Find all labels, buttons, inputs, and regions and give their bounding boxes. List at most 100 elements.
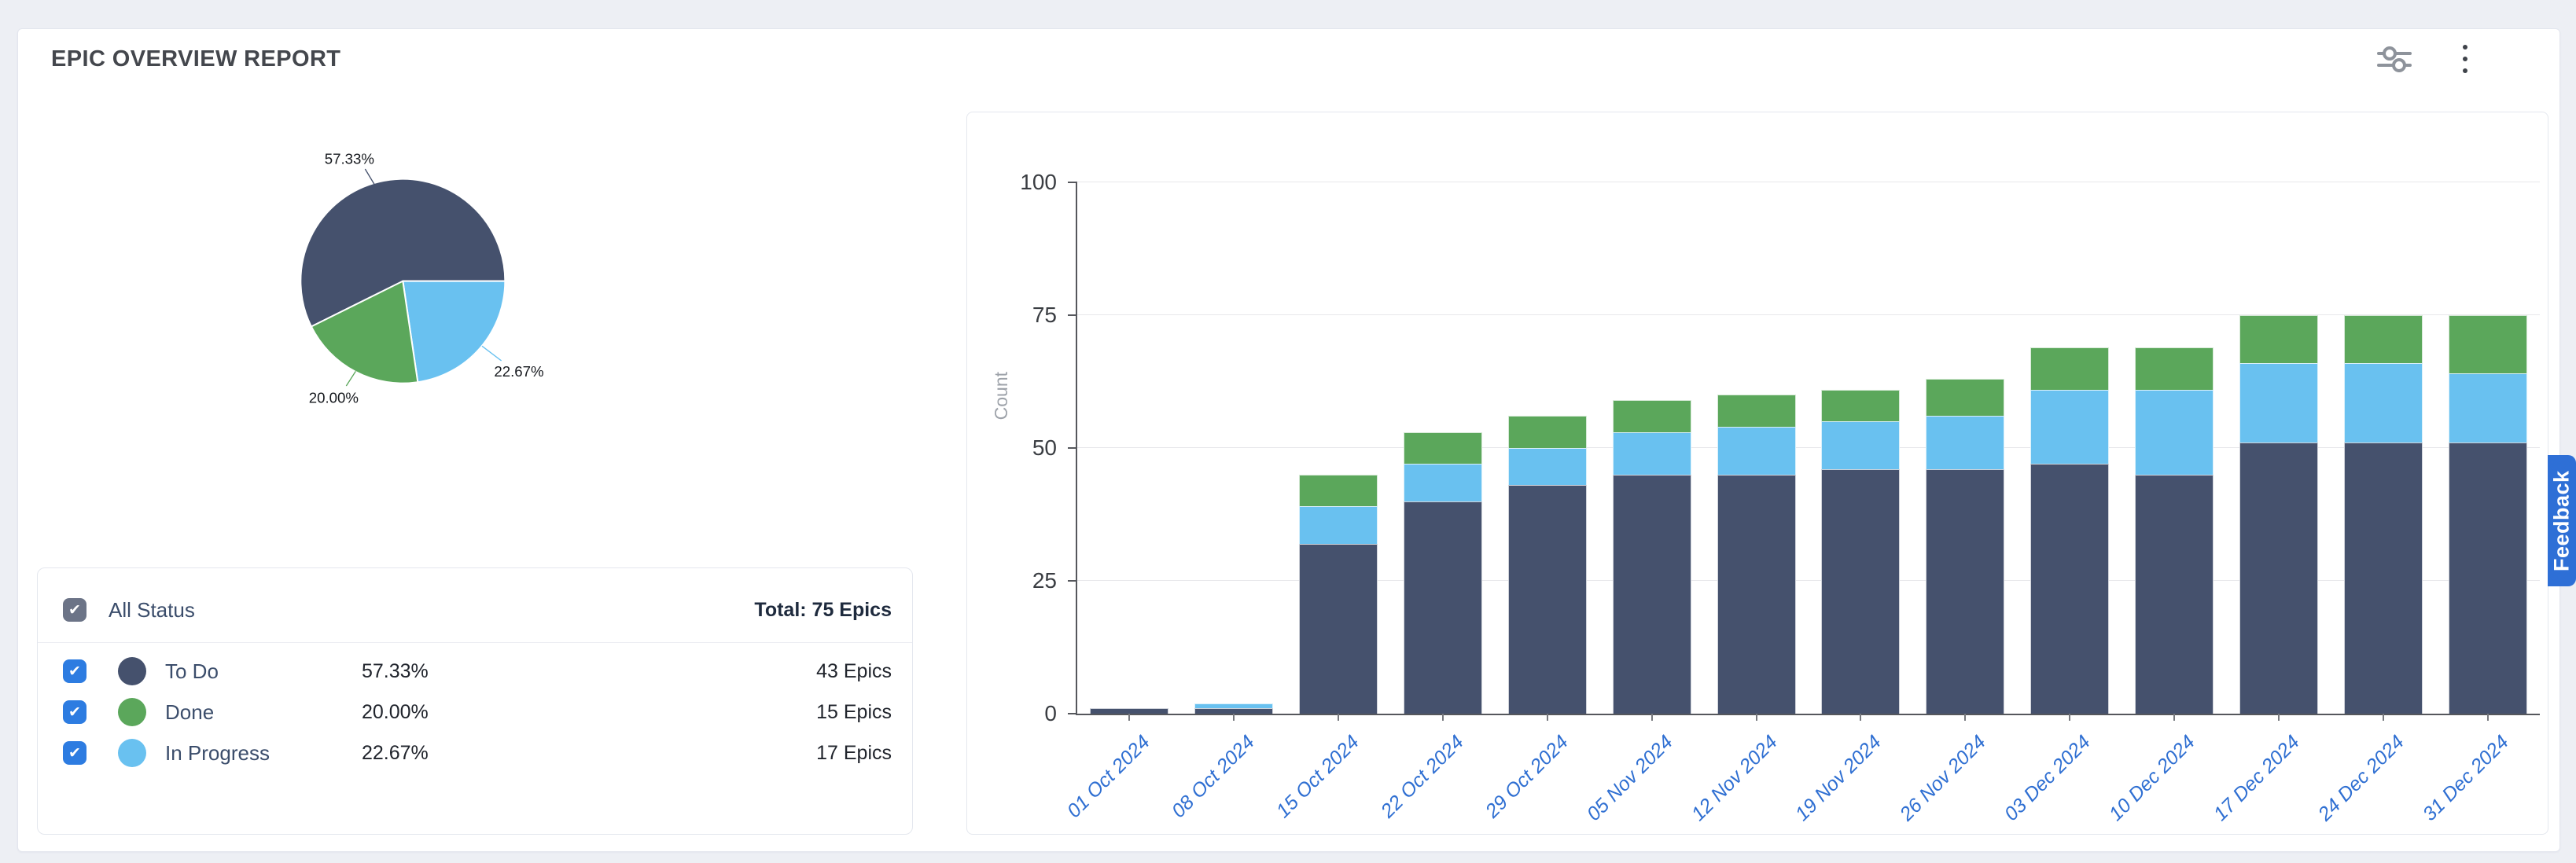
x-axis-label: 22 Oct 2024	[1377, 731, 1469, 823]
bar-segment-in-progress[interactable]	[2135, 390, 2214, 475]
bar-segment-to-do[interactable]	[1194, 708, 1273, 714]
y-axis-tick-label: 75	[1032, 303, 1057, 328]
bar-segment-done[interactable]	[1299, 475, 1378, 507]
x-tick	[1338, 714, 1339, 721]
bar-segment-to-do[interactable]	[2135, 475, 2214, 714]
bar-segment-to-do[interactable]	[2449, 443, 2527, 714]
bar-segment-done[interactable]	[2030, 347, 2109, 390]
status-count: 15 Epics	[816, 701, 892, 724]
bar-segment-in-progress[interactable]	[1613, 432, 1691, 475]
bar-segment-to-do[interactable]	[1926, 469, 2004, 714]
bar-10-dec-2024	[2135, 347, 2214, 714]
x-tick	[2069, 714, 2070, 721]
bar-segment-in-progress[interactable]	[1404, 464, 1482, 501]
x-axis-label: 24 Dec 2024	[2313, 731, 2409, 826]
more-options-button[interactable]	[2446, 40, 2484, 78]
legend-row-in-progress[interactable]: ✔In Progress22.67%17 Epics	[63, 733, 892, 773]
bar-segment-to-do[interactable]	[1508, 485, 1587, 714]
chart-settings-button[interactable]	[2375, 40, 2413, 78]
status-checkbox[interactable]: ✔	[63, 741, 86, 765]
x-axis-label: 03 Dec 2024	[2000, 731, 2096, 826]
bar-05-nov-2024	[1613, 400, 1691, 714]
bar-segment-in-progress[interactable]	[2030, 390, 2109, 465]
pie-percent-label-in-progress: 22.67%	[494, 363, 543, 380]
legend-row-to-do[interactable]: ✔To Do57.33%43 Epics	[63, 651, 892, 692]
bar-01-oct-2024	[1090, 708, 1168, 714]
bar-segment-in-progress[interactable]	[1926, 416, 2004, 469]
bar-segment-done[interactable]	[2135, 347, 2214, 390]
bar-segment-to-do[interactable]	[1299, 544, 1378, 714]
bar-segment-done[interactable]	[2239, 315, 2318, 363]
bar-segment-done[interactable]	[1926, 379, 2004, 416]
bar-segment-in-progress[interactable]	[1717, 427, 1796, 475]
bar-segment-done[interactable]	[1613, 400, 1691, 432]
pie-connector-to-do	[365, 169, 374, 185]
pie-connector-done	[346, 371, 355, 386]
status-checkbox[interactable]: ✔	[63, 700, 86, 724]
epic-overview-report-card: EPIC OVERVIEW REPORT 57.33% 22.67% 20.00…	[17, 28, 2560, 852]
x-tick	[2173, 714, 2175, 721]
status-label: In Progress	[165, 741, 362, 766]
bar-12-nov-2024	[1717, 395, 1796, 714]
pie-percent-label-to-do: 57.33%	[325, 150, 374, 167]
bar-segment-to-do[interactable]	[2239, 443, 2318, 714]
bar-24-dec-2024	[2344, 315, 2423, 714]
x-tick	[1651, 714, 1653, 721]
all-status-checkbox[interactable]: ✔	[63, 598, 86, 622]
y-axis-tick-label: 50	[1032, 435, 1057, 461]
bar-segment-done[interactable]	[2344, 315, 2423, 363]
bar-segment-to-do[interactable]	[2030, 464, 2109, 714]
status-checkbox[interactable]: ✔	[63, 659, 86, 683]
status-count: 17 Epics	[816, 742, 892, 765]
bar-26-nov-2024	[1926, 379, 2004, 714]
bar-segment-in-progress[interactable]	[2239, 363, 2318, 443]
legend-row-done[interactable]: ✔Done20.00%15 Epics	[63, 692, 892, 733]
status-percent: 57.33%	[362, 660, 598, 683]
bar-segment-done[interactable]	[2449, 315, 2527, 373]
x-axis-label: 19 Nov 2024	[1791, 731, 1886, 826]
pie-percent-label-done: 20.00%	[309, 389, 359, 406]
bar-segment-to-do[interactable]	[1717, 475, 1796, 714]
x-ticks	[1077, 714, 2540, 722]
all-status-label: All Status	[109, 598, 195, 622]
bar-segment-in-progress[interactable]	[1299, 506, 1378, 543]
x-tick	[1547, 714, 1548, 721]
legend-header-row: ✔ All Status Total: 75 Epics	[63, 587, 892, 633]
kebab-menu-icon	[2463, 45, 2467, 73]
bar-segment-in-progress[interactable]	[2344, 363, 2423, 443]
bar-segment-to-do[interactable]	[1404, 501, 1482, 714]
x-axis-label: 31 Dec 2024	[2418, 731, 2513, 826]
bar-17-dec-2024	[2239, 315, 2318, 714]
bar-segment-in-progress[interactable]	[1508, 448, 1587, 485]
x-tick	[2487, 714, 2489, 721]
x-axis-label: 08 Oct 2024	[1168, 731, 1260, 823]
bar-segment-in-progress[interactable]	[1194, 703, 1273, 709]
x-tick	[1860, 714, 1861, 721]
bar-segment-in-progress[interactable]	[1821, 421, 1900, 469]
status-color-swatch	[118, 739, 146, 767]
bar-segment-done[interactable]	[1404, 432, 1482, 465]
bars	[1077, 182, 2540, 714]
x-tick	[2278, 714, 2280, 721]
bar-segment-to-do[interactable]	[1090, 708, 1168, 714]
x-axis-label: 01 Oct 2024	[1063, 731, 1155, 823]
x-axis-label: 15 Oct 2024	[1272, 731, 1364, 823]
bar-segment-done[interactable]	[1821, 390, 1900, 422]
x-tick	[1442, 714, 1444, 721]
bar-segment-done[interactable]	[1717, 395, 1796, 427]
status-pie-chart: 57.33% 22.67% 20.00%	[260, 95, 779, 520]
feedback-button[interactable]: Feedback	[2548, 455, 2576, 586]
bar-segment-to-do[interactable]	[2344, 443, 2423, 714]
pie-slice-in-progress[interactable]	[403, 281, 505, 383]
y-axis-labels: 0255075100	[951, 182, 1057, 714]
bar-segment-to-do[interactable]	[1821, 469, 1900, 714]
bar-segment-done[interactable]	[1508, 416, 1587, 448]
y-axis-tick-label: 0	[1044, 701, 1057, 726]
bar-08-oct-2024	[1194, 703, 1273, 714]
horizontal-sliders-icon	[2377, 45, 2412, 73]
status-color-swatch	[118, 698, 146, 726]
bar-segment-in-progress[interactable]	[2449, 373, 2527, 443]
bar-19-nov-2024	[1821, 390, 1900, 714]
epic-trend-chart-card: Count 0255075100 01 Oct 202408 Oct 20241…	[966, 112, 2548, 835]
bar-segment-to-do[interactable]	[1613, 475, 1691, 714]
